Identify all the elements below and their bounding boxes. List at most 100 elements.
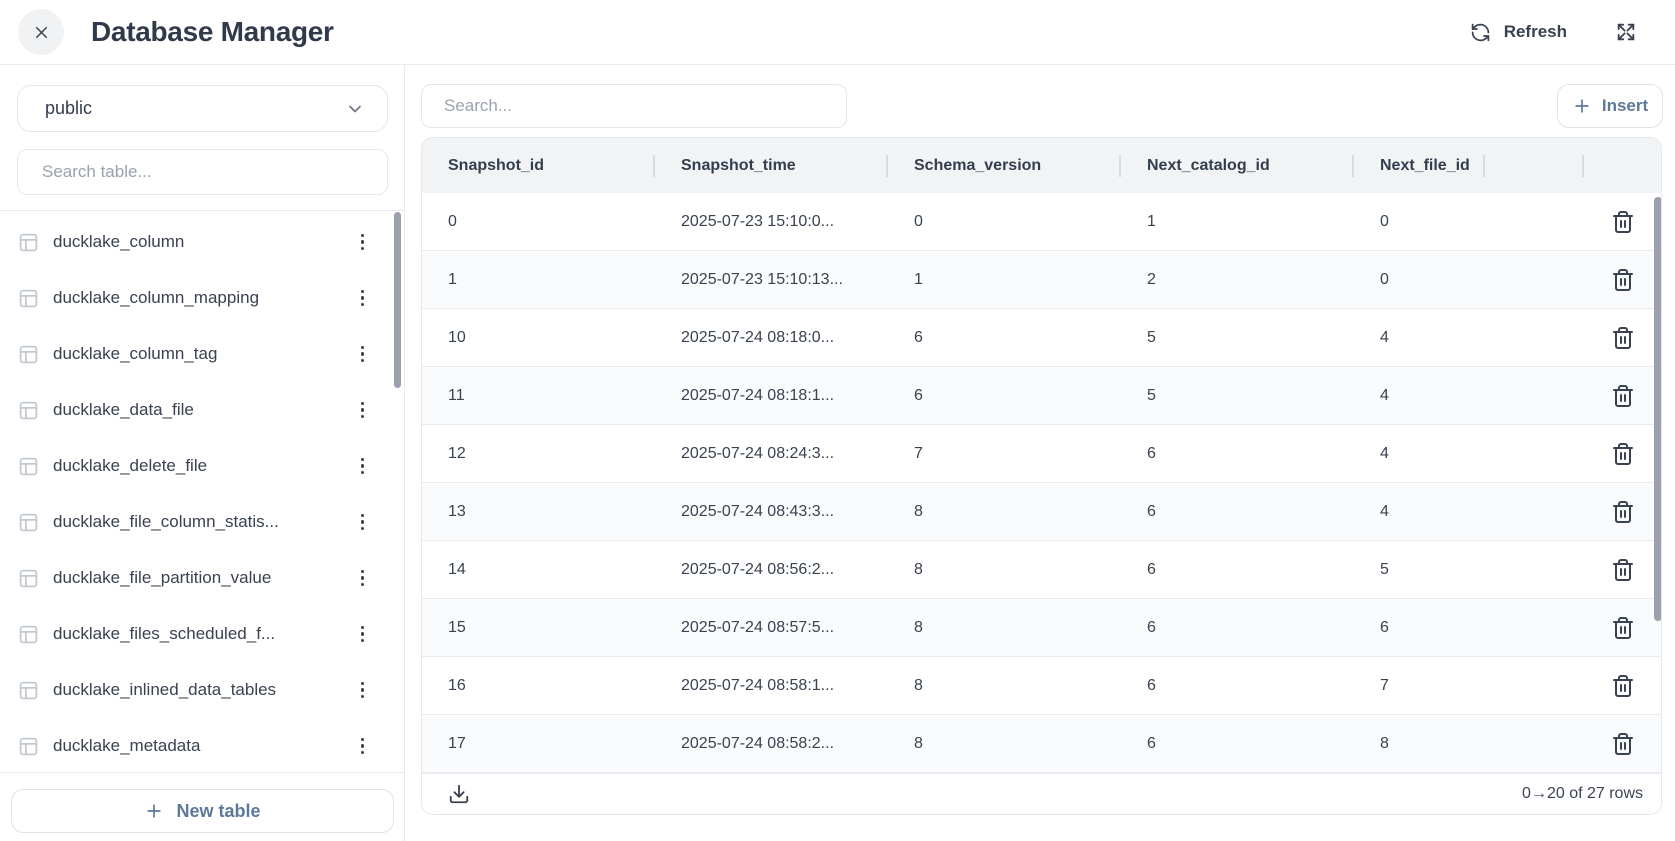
delete-row-button[interactable] xyxy=(1603,666,1643,706)
close-button[interactable] xyxy=(18,9,64,55)
table-icon xyxy=(18,232,39,253)
delete-row-button[interactable] xyxy=(1603,492,1643,532)
table-list: ducklake_column ducklake_column_mapping xyxy=(0,214,405,772)
cell-actions xyxy=(1584,251,1661,308)
table-row[interactable]: 13 2025-07-24 08:43:3... 8 6 4 xyxy=(422,483,1661,541)
table-item-name: ducklake_column_mapping xyxy=(53,288,358,308)
cell-snapshot-id: 16 xyxy=(422,677,655,695)
sidebar-table-item[interactable]: ducklake_files_scheduled_f... xyxy=(0,606,405,662)
column-header-actions xyxy=(1584,138,1661,193)
kebab-menu-icon[interactable] xyxy=(358,398,368,423)
download-button[interactable] xyxy=(448,783,470,805)
sidebar-scrollbar[interactable] xyxy=(394,212,401,388)
sidebar-table-item[interactable]: ducklake_delete_file xyxy=(0,438,405,494)
sidebar-table-item[interactable]: ducklake_data_file xyxy=(0,382,405,438)
insert-button[interactable]: Insert xyxy=(1557,84,1663,128)
cell-next-file-id: 4 xyxy=(1354,445,1485,463)
delete-row-button[interactable] xyxy=(1603,376,1643,416)
cell-next-file-id: 0 xyxy=(1354,271,1485,289)
cell-next-catalog-id: 6 xyxy=(1121,677,1354,695)
cell-schema-version: 8 xyxy=(888,619,1121,637)
cell-actions xyxy=(1584,193,1661,250)
sidebar-table-item[interactable]: ducklake_column xyxy=(0,214,405,270)
delete-row-button[interactable] xyxy=(1603,434,1643,474)
sidebar-table-item[interactable]: ducklake_column_tag xyxy=(0,326,405,382)
sidebar-table-item[interactable]: ducklake_file_column_statis... xyxy=(0,494,405,550)
table-row[interactable]: 16 2025-07-24 08:58:1... 8 6 7 xyxy=(422,657,1661,715)
database-manager-window: Database Manager Refresh public xyxy=(0,0,1675,841)
kebab-menu-icon[interactable] xyxy=(358,510,368,535)
kebab-menu-icon[interactable] xyxy=(358,342,368,367)
table-search-input[interactable] xyxy=(17,149,388,195)
cell-actions xyxy=(1584,599,1661,656)
schema-select[interactable]: public xyxy=(17,85,388,132)
cell-actions xyxy=(1584,657,1661,714)
topbar: Database Manager Refresh xyxy=(0,0,1675,65)
download-icon xyxy=(448,783,470,805)
table-row[interactable]: 1 2025-07-23 15:10:13... 1 2 0 xyxy=(422,251,1661,309)
table-row[interactable]: 14 2025-07-24 08:56:2... 8 6 5 xyxy=(422,541,1661,599)
table-scrollbar[interactable] xyxy=(1654,197,1662,621)
kebab-menu-icon[interactable] xyxy=(358,230,368,255)
cell-snapshot-id: 15 xyxy=(422,619,655,637)
sidebar-table-item[interactable]: ducklake_metadata xyxy=(0,718,405,772)
table-row[interactable]: 11 2025-07-24 08:18:1... 6 5 4 xyxy=(422,367,1661,425)
cell-snapshot-time: 2025-07-23 15:10:13... xyxy=(655,271,888,289)
cell-actions xyxy=(1584,425,1661,482)
kebab-menu-icon[interactable] xyxy=(358,454,368,479)
table-row[interactable]: 10 2025-07-24 08:18:0... 6 5 4 xyxy=(422,309,1661,367)
cell-next-catalog-id: 5 xyxy=(1121,387,1354,405)
delete-row-button[interactable] xyxy=(1603,318,1643,358)
kebab-menu-icon[interactable] xyxy=(358,734,368,759)
table-body: 0 2025-07-23 15:10:0... 0 1 0 xyxy=(422,193,1661,773)
cell-next-catalog-id: 6 xyxy=(1121,445,1354,463)
search-input[interactable] xyxy=(421,84,847,128)
cell-snapshot-id: 0 xyxy=(422,213,655,231)
table-item-name: ducklake_files_scheduled_f... xyxy=(53,624,358,644)
delete-row-button[interactable] xyxy=(1603,260,1643,300)
cell-next-file-id: 5 xyxy=(1354,561,1485,579)
table-icon xyxy=(18,344,39,365)
table-row[interactable]: 15 2025-07-24 08:57:5... 8 6 6 xyxy=(422,599,1661,657)
cell-snapshot-id: 12 xyxy=(422,445,655,463)
cell-next-file-id: 4 xyxy=(1354,387,1485,405)
table-icon xyxy=(18,568,39,589)
table-row[interactable]: 0 2025-07-23 15:10:0... 0 1 0 xyxy=(422,193,1661,251)
kebab-menu-icon[interactable] xyxy=(358,566,368,591)
trash-icon xyxy=(1611,442,1635,466)
cell-next-file-id: 4 xyxy=(1354,329,1485,347)
delete-row-button[interactable] xyxy=(1603,724,1643,764)
refresh-button[interactable]: Refresh xyxy=(1470,22,1567,43)
table-icon xyxy=(18,400,39,421)
new-table-button[interactable]: New table xyxy=(11,789,394,833)
table-row[interactable]: 17 2025-07-24 08:58:2... 8 6 8 xyxy=(422,715,1661,773)
kebab-menu-icon[interactable] xyxy=(358,678,368,703)
schema-select-value: public xyxy=(45,98,92,119)
sidebar-table-item[interactable]: ducklake_file_partition_value xyxy=(0,550,405,606)
sidebar-table-item[interactable]: ducklake_column_mapping xyxy=(0,270,405,326)
cell-snapshot-id: 14 xyxy=(422,561,655,579)
table-item-name: ducklake_column xyxy=(53,232,358,252)
table-item-name: ducklake_inlined_data_tables xyxy=(53,680,358,700)
cell-snapshot-id: 1 xyxy=(422,271,655,289)
trash-icon xyxy=(1611,500,1635,524)
sidebar-table-item[interactable]: ducklake_inlined_data_tables xyxy=(0,662,405,718)
column-header-snapshot-id: Snapshot_id xyxy=(422,138,655,193)
trash-icon xyxy=(1611,558,1635,582)
fullscreen-button[interactable] xyxy=(1615,21,1637,43)
kebab-menu-icon[interactable] xyxy=(358,286,368,311)
table-icon xyxy=(18,624,39,645)
kebab-menu-icon[interactable] xyxy=(358,622,368,647)
cell-schema-version: 8 xyxy=(888,677,1121,695)
delete-row-button[interactable] xyxy=(1603,608,1643,648)
delete-row-button[interactable] xyxy=(1603,202,1643,242)
trash-icon xyxy=(1611,616,1635,640)
column-header-snapshot-time: Snapshot_time xyxy=(655,138,888,193)
sidebar-divider xyxy=(0,210,405,211)
trash-icon xyxy=(1611,326,1635,350)
table-item-name: ducklake_data_file xyxy=(53,400,358,420)
data-table: Snapshot_id Snapshot_time Schema_version… xyxy=(421,137,1662,815)
delete-row-button[interactable] xyxy=(1603,550,1643,590)
table-row[interactable]: 12 2025-07-24 08:24:3... 7 6 4 xyxy=(422,425,1661,483)
column-header-schema-version: Schema_version xyxy=(888,138,1121,193)
